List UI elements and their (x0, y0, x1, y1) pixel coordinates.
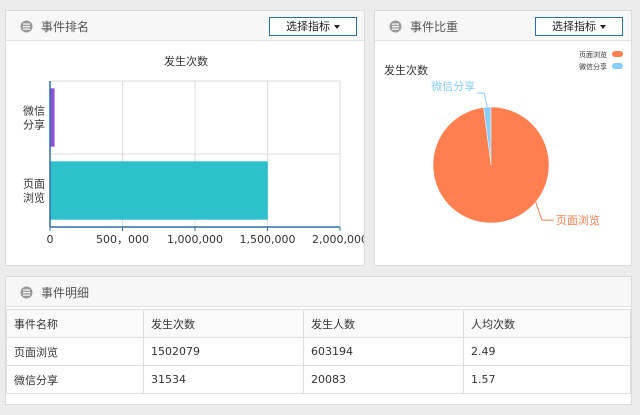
pie-label: 微信分享 (431, 79, 475, 93)
x-tick-label: 1,500,000 (240, 233, 296, 246)
column-header: 人均次数 (463, 309, 631, 338)
legend-label: 微信分享 (579, 62, 607, 71)
bar-page-view (50, 161, 268, 220)
y-tick-label: 浏览 (23, 191, 45, 205)
table-cell: 2.49 (463, 337, 631, 366)
caret-down-icon (334, 25, 340, 29)
table-row: 微信分享 31534 20083 1.57 (6, 365, 631, 394)
list-icon (20, 286, 33, 299)
y-tick-label: 页面 (23, 178, 45, 191)
bar-chart-title: 发生次数 (164, 54, 208, 68)
ranking-bar-chart: 发生次数 微信分享页面浏览 0 500，000 1,000,000 1,500,000 2… (23, 54, 364, 246)
table-cell: 1.57 (463, 365, 631, 394)
table-cell: 20083 (303, 365, 464, 394)
ranking-select-label: 选择指标 (286, 20, 330, 33)
pie-label-line (477, 92, 488, 108)
table-cell: 1502079 (143, 337, 304, 366)
detail-panel-title: 事件明细 (41, 286, 90, 300)
ranking-panel-header: 事件排名 选择指标 (6, 11, 364, 41)
ranking-select-metric-button[interactable]: 选择指标 (269, 17, 357, 36)
column-header: 发生次数 (143, 309, 304, 338)
table-cell: 页面浏览 (6, 337, 144, 366)
ranking-panel-title: 事件排名 (41, 20, 90, 34)
table-cell: 31534 (143, 365, 304, 394)
pie-label-line (535, 201, 554, 221)
list-icon (20, 20, 33, 33)
table-header-row: 事件名称 发生次数 发生人数 人均次数 (6, 309, 631, 338)
ranking-panel: 事件排名 选择指标 发生次数 微信 分享页面 浏览 0 500，000 1,000,000… (5, 10, 365, 266)
ratio-select-label: 选择指标 (552, 20, 596, 33)
table-cell: 微信分享 (6, 365, 144, 394)
ratio-panel: 事件比重 选择指标 发生次数 微信分享 页面浏览 页面浏览 微信分享 (374, 10, 632, 266)
legend-label: 页面浏览 (579, 50, 607, 59)
legend-swatch (612, 63, 623, 69)
x-tick-label: 500，000 (96, 233, 149, 246)
column-header: 发生人数 (303, 309, 464, 338)
column-header: 事件名称 (6, 309, 144, 338)
caret-down-icon (600, 25, 606, 29)
y-tick-label: 微信 (23, 104, 45, 118)
ratio-panel-header: 事件比重 选择指标 (375, 11, 631, 41)
table-row: 页面浏览 1502079 603194 2.49 (6, 337, 631, 366)
ratio-select-metric-button[interactable]: 选择指标 (535, 17, 623, 36)
detail-table: 事件名称 发生次数 发生人数 人均次数 页面浏览 1502079 603194 … (6, 309, 631, 394)
pie-slice (432, 106, 550, 224)
ratio-pie-chart: 发生次数 微信分享页面浏览页面浏览微信分享 (384, 50, 623, 227)
x-tick-label: 1,000,000 (167, 233, 223, 246)
table-cell: 603194 (303, 337, 464, 366)
y-tick-label: 分享 (23, 118, 45, 132)
pie-label: 页面浏览 (556, 213, 600, 227)
list-icon (389, 20, 402, 33)
pie-chart-title: 发生次数 (384, 63, 428, 77)
ratio-panel-title: 事件比重 (410, 20, 459, 34)
detail-panel-header: 事件明细 (6, 277, 631, 307)
legend-swatch (612, 51, 623, 57)
x-tick-label: 2,000,000 (312, 233, 364, 246)
x-tick-label: 0 (47, 233, 54, 246)
detail-panel: 事件明细 事件名称 发生次数 发生人数 人均次数 页面浏览 1502079 60… (5, 276, 632, 405)
